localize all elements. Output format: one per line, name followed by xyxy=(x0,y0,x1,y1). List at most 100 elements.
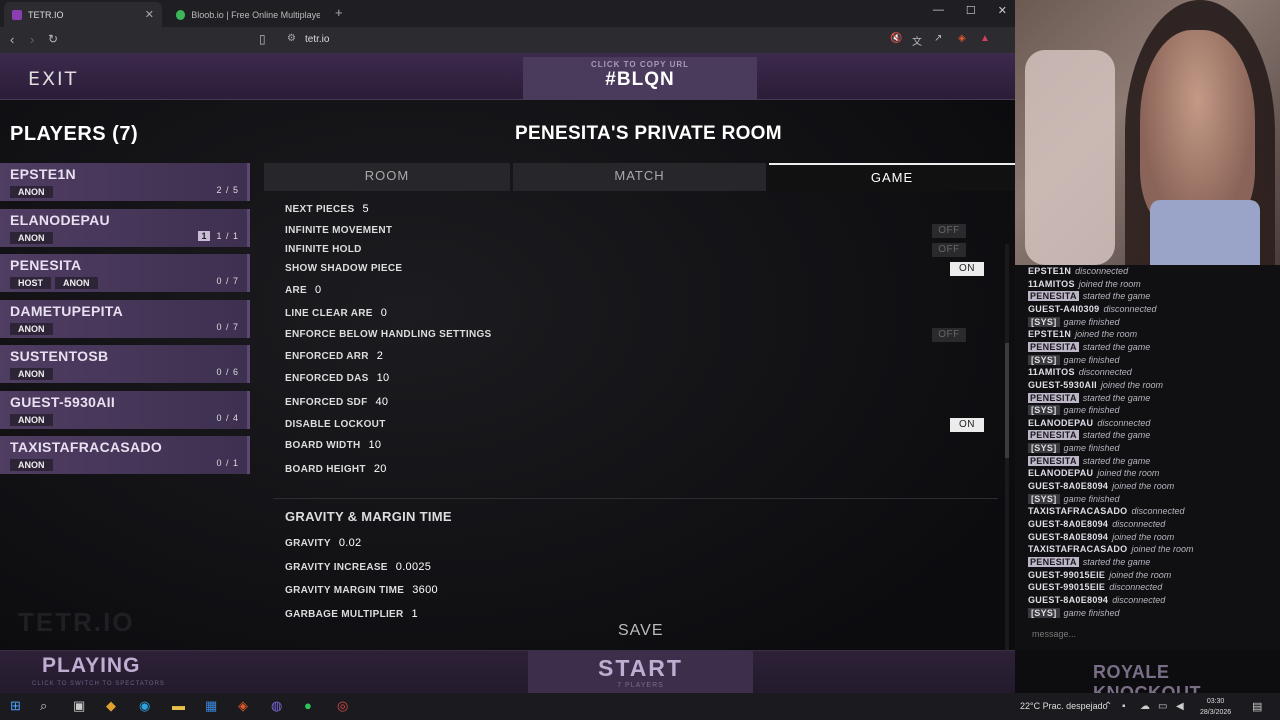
player-row[interactable]: SUSTENTOSB ANON 0 / 6 xyxy=(0,345,250,383)
chat-author[interactable]: 11AMITOS xyxy=(1028,279,1075,289)
file-explorer-icon[interactable]: ▬ xyxy=(172,698,185,713)
start-button[interactable]: START 7 PLAYERS xyxy=(528,651,753,693)
setting-toggle[interactable]: OFF xyxy=(932,243,966,257)
chat-author[interactable]: ELANODEPAU xyxy=(1028,468,1093,478)
back-icon[interactable]: ‹ xyxy=(10,32,14,47)
network-icon[interactable]: ▭ xyxy=(1158,701,1167,712)
chat-author[interactable]: GUEST-5930AII xyxy=(1028,380,1097,390)
setting-toggle[interactable]: OFF xyxy=(932,224,966,238)
chat-author[interactable]: EPSTE1N xyxy=(1028,266,1071,276)
chat-author[interactable]: GUEST-8A0E8094 xyxy=(1028,595,1108,605)
notifications-icon[interactable]: ▤ xyxy=(1252,700,1262,713)
chat-author[interactable]: GUEST-8A0E8094 xyxy=(1028,481,1108,491)
discord-icon[interactable]: ◍ xyxy=(271,698,282,714)
setting-value[interactable]: 0 xyxy=(381,307,387,319)
reload-icon[interactable]: ↻ xyxy=(48,32,58,46)
chat-author[interactable]: [SYS] xyxy=(1028,405,1060,416)
brave-icon[interactable]: ◈ xyxy=(238,698,248,714)
setting-toggle[interactable]: OFF xyxy=(932,328,966,342)
url-field[interactable]: tetr.io xyxy=(305,34,329,45)
copilot-icon[interactable]: ◆ xyxy=(106,698,116,714)
chat-author[interactable]: [SYS] xyxy=(1028,443,1060,454)
chat-author[interactable]: PENESITA xyxy=(1028,430,1079,441)
browser-tab-tetrio[interactable]: TETR.IO ✕ xyxy=(4,2,162,27)
chat-message-input[interactable]: message... xyxy=(1032,629,1076,639)
maximize-icon[interactable]: ☐ xyxy=(966,4,976,17)
chat-author[interactable]: TAXISTAFRACASADO xyxy=(1028,506,1127,516)
room-code-button[interactable]: CLICK TO COPY URL #BLQN xyxy=(523,57,757,100)
translate-icon[interactable]: 文 xyxy=(912,33,922,48)
chat-author[interactable]: PENESITA xyxy=(1028,556,1079,567)
setting-value[interactable]: 20 xyxy=(374,463,387,475)
tab-room[interactable]: ROOM xyxy=(264,163,510,191)
browser-tab-bloob[interactable]: Bloob.io | Free Online Multiplayer Ga xyxy=(168,2,328,27)
chat-author[interactable]: PENESITA xyxy=(1028,341,1079,352)
obs-icon[interactable]: ◎ xyxy=(337,698,348,714)
close-window-icon[interactable]: ✕ xyxy=(998,4,1007,17)
weather-widget[interactable]: 22°C Prac. despejado xyxy=(1020,701,1108,711)
player-row[interactable]: EPSTE1N ANON 2 / 5 xyxy=(0,163,250,201)
tray-chevron-icon[interactable]: ⌃ xyxy=(1104,701,1112,712)
tab-match[interactable]: MATCH xyxy=(513,163,766,191)
setting-value[interactable]: 5 xyxy=(362,203,368,215)
player-row[interactable]: PENESITA HOST ANON 0 / 7 xyxy=(0,254,250,292)
new-tab-icon[interactable]: + xyxy=(335,5,343,20)
settings-scrollbar-thumb[interactable] xyxy=(1005,343,1009,458)
setting-value[interactable]: 0 xyxy=(315,284,321,296)
setting-toggle[interactable]: ON xyxy=(950,418,984,432)
setting-toggle[interactable]: ON xyxy=(950,262,984,276)
site-info-icon[interactable]: ⚙ xyxy=(287,33,296,44)
brave-rewards-icon[interactable]: ▲ xyxy=(980,33,990,44)
player-row[interactable]: GUEST-5930AII ANON 0 / 4 xyxy=(0,390,250,429)
player-row[interactable]: ELANODEPAU ANON 1 1 / 1 xyxy=(0,208,250,247)
spotify-icon[interactable]: ● xyxy=(304,698,312,713)
setting-value[interactable]: 3600 xyxy=(412,584,438,596)
setting-value[interactable]: 40 xyxy=(376,396,389,408)
edge-icon[interactable]: ◉ xyxy=(139,698,150,714)
chat-author[interactable]: GUEST-8A0E8094 xyxy=(1028,519,1108,529)
chat-author[interactable]: GUEST-99015EIE xyxy=(1028,582,1105,592)
minimize-icon[interactable]: — xyxy=(933,4,944,17)
player-badges: ANON xyxy=(10,231,53,244)
exit-button[interactable]: EXIT xyxy=(28,68,78,90)
player-row[interactable]: TAXISTAFRACASADO ANON 0 / 1 xyxy=(0,436,250,474)
chat-author[interactable]: 11AMITOS xyxy=(1028,367,1075,377)
chat-author[interactable]: PENESITA xyxy=(1028,455,1079,466)
setting-value[interactable]: 0.0025 xyxy=(396,561,431,573)
setting-value[interactable]: 10 xyxy=(369,439,382,451)
chat-author[interactable]: TAXISTAFRACASADO xyxy=(1028,544,1127,554)
tab-game[interactable]: GAME xyxy=(769,163,1015,191)
task-view-icon[interactable]: ▣ xyxy=(73,698,85,714)
save-button[interactable]: SAVE xyxy=(618,622,664,640)
chat-author[interactable]: PENESITA xyxy=(1028,392,1079,403)
onedrive-icon[interactable]: ☁ xyxy=(1140,701,1150,712)
chat-author[interactable]: [SYS] xyxy=(1028,607,1060,618)
chat-author[interactable]: [SYS] xyxy=(1028,493,1060,504)
windows-start-icon[interactable]: ⊞ xyxy=(10,698,21,714)
mute-icon[interactable]: 🔇 xyxy=(890,33,902,44)
chat-author[interactable]: GUEST-A4I0309 xyxy=(1028,304,1099,314)
search-icon[interactable]: ⌕ xyxy=(40,698,47,714)
chat-author[interactable]: [SYS] xyxy=(1028,316,1060,327)
close-tab-icon[interactable]: ✕ xyxy=(145,8,154,21)
bookmark-icon[interactable]: ▯ xyxy=(259,32,266,46)
setting-value[interactable]: 1 xyxy=(412,608,418,617)
chat-author[interactable]: GUEST-8A0E8094 xyxy=(1028,532,1108,542)
setting-value[interactable]: 2 xyxy=(377,350,383,362)
system-clock[interactable]: 03:30 28/3/2026 xyxy=(1200,696,1231,718)
setting-value[interactable]: 0.02 xyxy=(339,537,362,549)
forward-icon[interactable]: › xyxy=(30,32,34,47)
share-icon[interactable]: ↗ xyxy=(934,33,942,44)
player-row[interactable]: DAMETUPEPITA ANON 0 / 7 xyxy=(0,299,250,338)
chat-author[interactable]: GUEST-99015EIE xyxy=(1028,570,1105,580)
playing-button[interactable]: PLAYING xyxy=(42,654,140,678)
volume-icon[interactable]: ◀ xyxy=(1176,701,1184,712)
store-icon[interactable]: ▦ xyxy=(205,698,217,714)
setting-value[interactable]: 10 xyxy=(377,372,390,384)
tray-app-icon[interactable]: ▪ xyxy=(1122,701,1126,712)
chat-author[interactable]: EPSTE1N xyxy=(1028,329,1071,339)
chat-author[interactable]: [SYS] xyxy=(1028,354,1060,365)
brave-shield-icon[interactable]: ◈ xyxy=(958,33,966,44)
chat-author[interactable]: PENESITA xyxy=(1028,291,1079,302)
chat-author[interactable]: ELANODEPAU xyxy=(1028,418,1093,428)
